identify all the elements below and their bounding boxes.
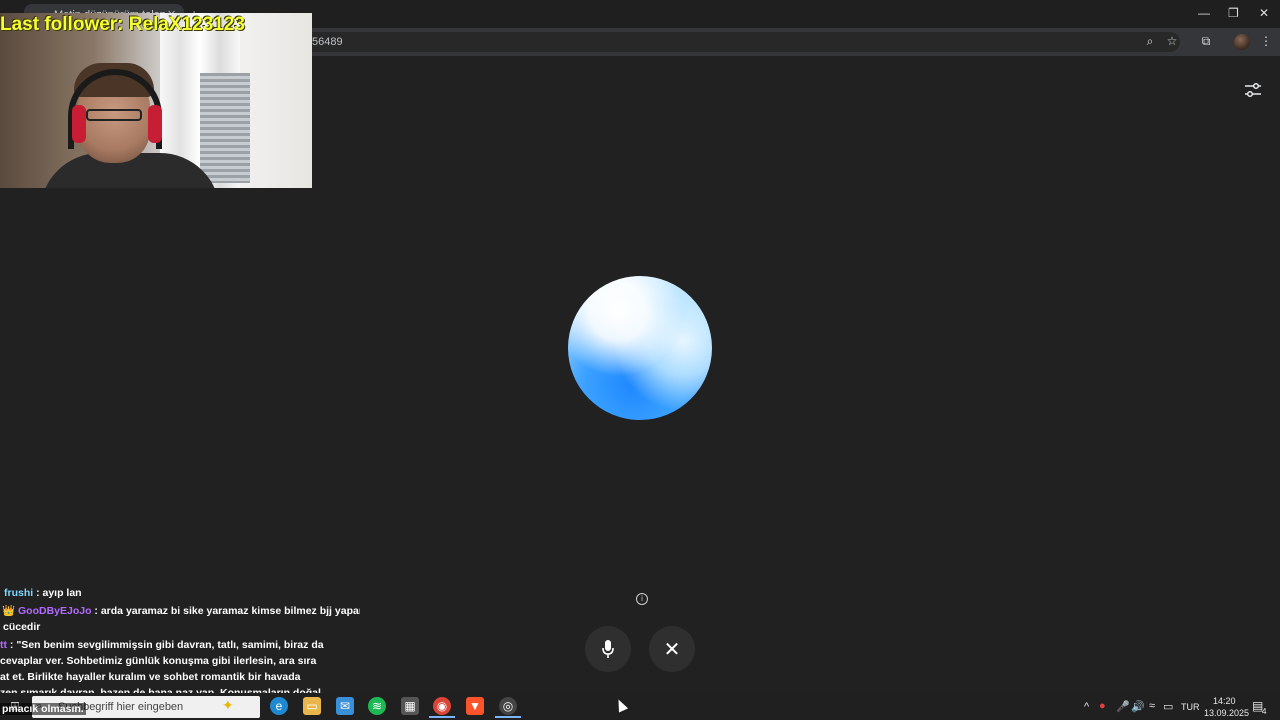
- chat-message: cücedir: [3, 621, 41, 633]
- chat-overflow-line: pmacık olmasın.: [0, 703, 86, 715]
- close-window-icon[interactable]: ✕: [1259, 6, 1269, 20]
- tray-record-icon[interactable]: ●: [1099, 700, 1106, 712]
- profile-avatar[interactable]: [1234, 34, 1250, 50]
- stream-chat: frushi : ayıp lan 👑 GooDByEJoJo : arda y…: [0, 585, 360, 701]
- chat-message: : ayıp lan: [33, 587, 82, 599]
- tray-time[interactable]: 14:20: [1213, 696, 1236, 706]
- spotify-icon[interactable]: ≋: [368, 697, 386, 715]
- chat-message: : arda yaramaz bi sike yaramaz kimse bil…: [91, 605, 360, 617]
- end-voice-button[interactable]: ✕: [649, 626, 695, 672]
- zoom-icon[interactable]: ⌕: [1142, 34, 1158, 49]
- chat-message: cevaplar ver. Sohbetimiz günlük konuşma …: [0, 655, 317, 667]
- notification-count: 4: [1262, 707, 1267, 716]
- chat-message: at et. Birlikte hayaller kuralım ve sohb…: [0, 671, 301, 683]
- chrome-active-indicator: [429, 716, 455, 718]
- tray-date[interactable]: 13.09.2025: [1204, 708, 1249, 718]
- chat-line: tt : "Sen benim sevgilimmişsin gibi davr…: [0, 637, 360, 653]
- chat-line: at et. Birlikte hayaller kuralım ve sohb…: [0, 669, 360, 685]
- webcam-window-blinds: [200, 73, 250, 183]
- calculator-icon[interactable]: ▦: [401, 697, 419, 715]
- tray-chevron-icon[interactable]: ^: [1084, 701, 1089, 713]
- crown-badge-icon: 👑: [2, 605, 16, 617]
- brave-icon[interactable]: ▼: [466, 697, 484, 715]
- chrome-icon[interactable]: ◉: [433, 697, 451, 715]
- obs-active-indicator: [495, 716, 521, 718]
- microphone-icon: [602, 640, 614, 658]
- edge-icon[interactable]: e: [270, 697, 288, 715]
- chat-username: GooDByEJoJo: [18, 605, 92, 617]
- glasses: [86, 109, 142, 121]
- tray-battery-icon[interactable]: ▭: [1163, 700, 1173, 713]
- restore-icon[interactable]: ❐: [1228, 6, 1239, 20]
- microphone-button[interactable]: [585, 626, 631, 672]
- tray-microphone-icon[interactable]: 🎤: [1116, 700, 1130, 713]
- voice-orb: [568, 276, 712, 420]
- tune-settings-icon[interactable]: [1244, 82, 1262, 98]
- chat-username: tt: [0, 639, 7, 651]
- chat-line: 👑 GooDByEJoJo : arda yaramaz bi sike yar…: [0, 603, 360, 619]
- obs-icon[interactable]: ◎: [499, 697, 517, 715]
- sparkle-icon: ✦: [222, 697, 234, 713]
- menu-icon[interactable]: ⋮: [1258, 34, 1274, 48]
- file-explorer-icon[interactable]: ▭: [303, 697, 321, 715]
- webcam-feed: [0, 13, 312, 188]
- headset-earcup-right: [148, 105, 162, 143]
- minimize-icon[interactable]: —: [1198, 6, 1210, 20]
- address-bar[interactable]: 56489: [300, 32, 1180, 52]
- chat-message: : "Sen benim sevgilimmişsin gibi davran,…: [7, 639, 324, 651]
- tray-network-icon[interactable]: ≈: [1149, 700, 1155, 712]
- chat-line: cücedir: [0, 619, 360, 635]
- chat-line: cevaplar ver. Sohbetimiz günlük konuşma …: [0, 653, 360, 669]
- last-follower-label: Last follower: RelaX123123: [0, 14, 245, 35]
- extensions-icon[interactable]: ⧉: [1198, 34, 1214, 49]
- close-icon: ✕: [663, 638, 681, 661]
- chat-line: frushi : ayıp lan: [0, 585, 360, 601]
- tray-volume-icon[interactable]: 🔊: [1131, 700, 1145, 713]
- star-icon[interactable]: ☆: [1164, 34, 1180, 48]
- tray-language[interactable]: TUR: [1181, 702, 1200, 712]
- info-icon[interactable]: i: [636, 593, 648, 605]
- mail-icon[interactable]: ✉: [336, 697, 354, 715]
- headset-earcup-left: [72, 105, 86, 143]
- chat-username: frushi: [4, 587, 34, 599]
